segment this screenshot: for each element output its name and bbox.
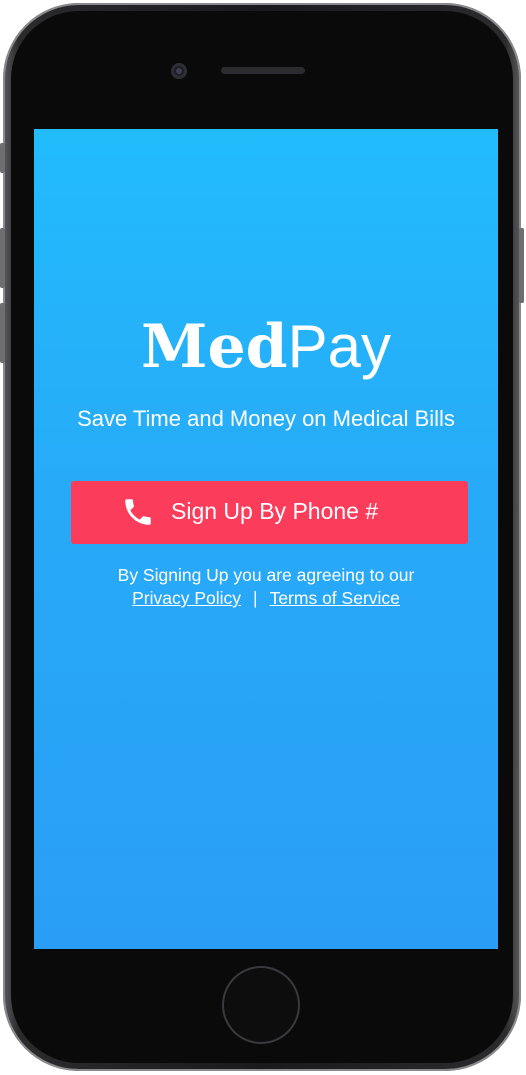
privacy-policy-link[interactable]: Privacy Policy <box>132 588 241 608</box>
logo-light-text: Pay <box>287 313 391 380</box>
volume-up-button <box>0 228 5 288</box>
legal-links: Privacy Policy | Terms of Service <box>34 587 498 609</box>
silent-switch <box>0 143 5 173</box>
link-separator: | <box>253 588 258 608</box>
terms-of-service-link[interactable]: Terms of Service <box>270 588 400 608</box>
tagline: Save Time and Money on Medical Bills <box>77 406 455 431</box>
app-screen: MedPay Save Time and Money on Medical Bi… <box>34 129 498 949</box>
phone-icon <box>125 499 151 525</box>
volume-down-button <box>0 303 5 363</box>
app-logo: MedPay <box>34 312 498 382</box>
home-button[interactable] <box>222 966 300 1044</box>
sign-up-by-phone-button[interactable]: Sign Up By Phone # <box>71 481 468 544</box>
front-camera <box>171 63 187 79</box>
sign-up-button-label: Sign Up By Phone # <box>171 498 379 524</box>
earpiece-speaker <box>221 67 305 74</box>
logo-bold-text: Med <box>141 312 288 382</box>
power-button <box>519 228 524 303</box>
agreement-text: By Signing Up you are agreeing to our <box>117 565 415 585</box>
